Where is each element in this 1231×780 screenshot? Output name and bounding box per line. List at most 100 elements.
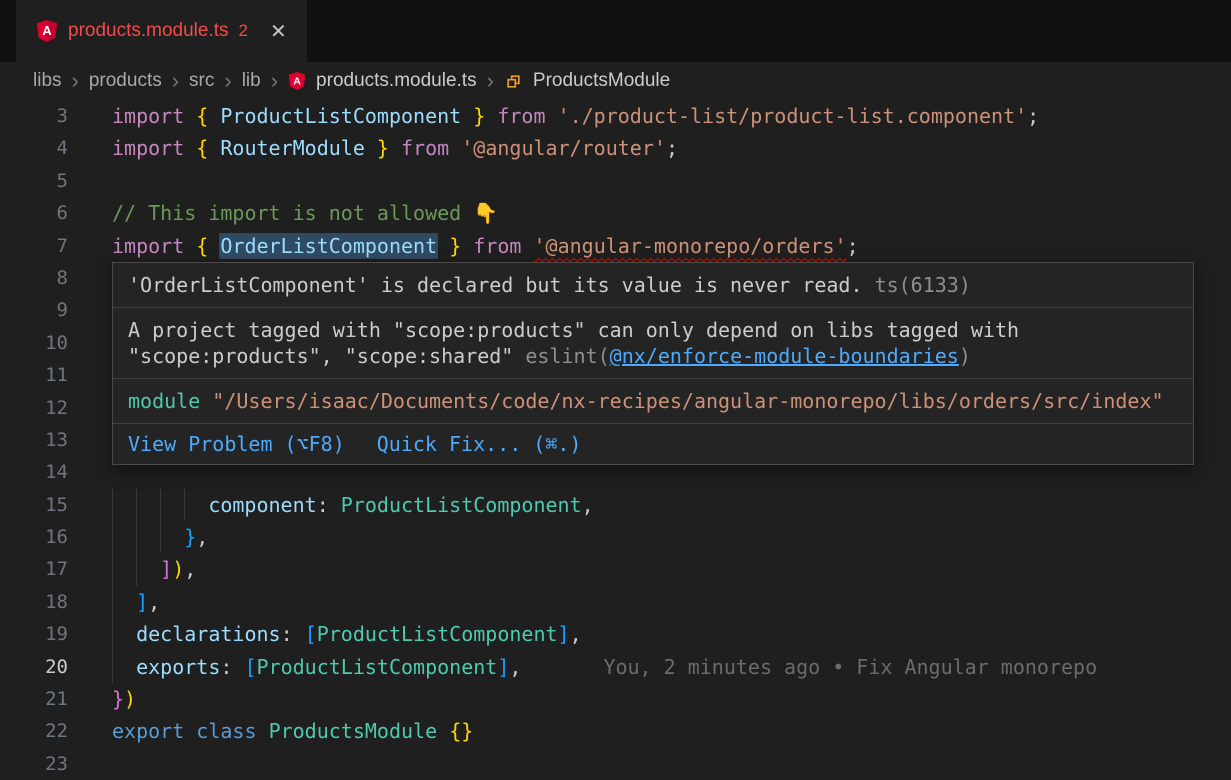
code-token: { — [196, 234, 208, 258]
tab-error-count-badge: 2 — [239, 21, 248, 41]
code-line[interactable]: 6// This import is not allowed 👇 — [0, 197, 1231, 229]
code-content: component: ProductListComponent, — [68, 489, 594, 521]
breadcrumb-item-lib[interactable]: lib — [242, 70, 261, 92]
module-path: "/Users/isaac/Documents/code/nx-recipes/… — [212, 389, 1163, 413]
code-content — [68, 165, 112, 197]
eslint-rule-link[interactable]: @nx/enforce-module-boundaries — [610, 344, 959, 368]
breadcrumb-item-products[interactable]: products — [89, 70, 162, 92]
line-number: 4 — [0, 132, 68, 164]
code-content — [68, 294, 112, 326]
code-token: exports — [136, 655, 220, 679]
close-icon[interactable]: ✕ — [270, 19, 287, 44]
line-number: 6 — [0, 197, 68, 229]
code-token: } — [473, 104, 485, 128]
code-line[interactable]: 23 — [0, 748, 1231, 780]
code-line[interactable]: 3import { ProductListComponent } from '.… — [0, 100, 1231, 132]
code-token: , — [148, 590, 160, 614]
code-token: class — [196, 719, 256, 743]
code-line[interactable]: 18 ], — [0, 586, 1231, 618]
code-token: ProductListComponent — [317, 622, 558, 646]
code-token: , — [582, 493, 594, 517]
code-token: declarations — [136, 622, 281, 646]
tab-title: products.module.ts — [68, 20, 229, 42]
code-token — [184, 136, 196, 160]
code-content — [68, 327, 112, 359]
breadcrumb-item-libs[interactable]: libs — [33, 70, 62, 92]
code-token — [437, 719, 449, 743]
code-line[interactable]: 4import { RouterModule } from '@angular/… — [0, 132, 1231, 164]
eslint-source-suffix: ) — [959, 344, 971, 368]
code-token: ] — [497, 655, 509, 679]
line-number: 11 — [0, 359, 68, 391]
code-token: OrderListComponent — [220, 234, 437, 258]
indent-guide — [112, 618, 136, 650]
code-line[interactable]: 19 declarations: [ProductListComponent], — [0, 618, 1231, 650]
code-token — [461, 234, 473, 258]
breadcrumb-item-symbol[interactable]: ProductsModule — [533, 70, 670, 92]
code-content: }) — [68, 683, 136, 715]
code-line[interactable]: 5 — [0, 165, 1231, 197]
code-token: : — [281, 622, 305, 646]
svg-text:A: A — [42, 23, 51, 38]
line-number: 22 — [0, 715, 68, 747]
code-token: ProductListComponent — [257, 655, 498, 679]
code-line[interactable]: 16 }, — [0, 521, 1231, 553]
angular-icon: A — [36, 19, 58, 43]
chevron-right-icon: › — [72, 70, 79, 92]
code-line[interactable]: 17 ]), — [0, 553, 1231, 585]
code-token: { — [196, 104, 208, 128]
hover-eslint-diagnostic: A project tagged with "scope:products" c… — [113, 307, 1193, 378]
code-token: ] — [160, 557, 172, 581]
code-token: 👇 — [473, 201, 498, 225]
code-content: ], — [68, 586, 160, 618]
hover-action-bar: View Problem (⌥F8) Quick Fix... (⌘.) — [113, 423, 1193, 464]
code-token: ; — [1027, 104, 1039, 128]
code-line[interactable]: 22export class ProductsModule {} — [0, 715, 1231, 747]
code-token — [546, 104, 558, 128]
breadcrumb-item-src[interactable]: src — [189, 70, 214, 92]
line-number: 21 — [0, 683, 68, 715]
svg-text:A: A — [293, 75, 301, 87]
code-token: , — [196, 525, 208, 549]
code-line[interactable]: 21}) — [0, 683, 1231, 715]
code-token — [257, 719, 269, 743]
code-token: ProductListComponent — [341, 493, 582, 517]
tab-products-module[interactable]: A products.module.ts 2 ✕ — [16, 0, 307, 62]
indent-guide — [160, 489, 184, 521]
code-token: : — [317, 493, 341, 517]
view-problem-button[interactable]: View Problem (⌥F8) — [128, 431, 345, 457]
indent-guide — [112, 651, 136, 683]
indent-guide — [112, 586, 136, 618]
indent-guide — [112, 489, 136, 521]
line-number: 23 — [0, 748, 68, 780]
quick-fix-button[interactable]: Quick Fix... (⌘.) — [377, 431, 582, 457]
ts-diagnostic-message: 'OrderListComponent' is declared but its… — [128, 273, 863, 297]
code-token: [ — [244, 655, 256, 679]
line-number: 8 — [0, 262, 68, 294]
line-number: 10 — [0, 327, 68, 359]
code-line[interactable]: 7import { OrderListComponent } from '@an… — [0, 230, 1231, 262]
code-content: declarations: [ProductListComponent], — [68, 618, 582, 650]
code-token: import — [112, 234, 184, 258]
indent-guide — [112, 553, 136, 585]
code-content — [68, 456, 112, 488]
code-token: component — [208, 493, 316, 517]
code-token: } — [112, 687, 124, 711]
code-token — [184, 104, 196, 128]
code-line[interactable]: 15 component: ProductListComponent, — [0, 489, 1231, 521]
code-token: from — [401, 136, 449, 160]
indent-guide — [112, 521, 136, 553]
code-line[interactable]: 20 exports: [ProductListComponent],You, … — [0, 651, 1231, 683]
code-token: ; — [666, 136, 678, 160]
line-number: 5 — [0, 165, 68, 197]
class-symbol-icon — [504, 72, 523, 91]
eslint-source-prefix: eslint( — [525, 344, 609, 368]
code-content: import { RouterModule } from '@angular/r… — [68, 132, 678, 164]
code-token: from — [473, 234, 521, 258]
editor[interactable]: 3import { ProductListComponent } from '.… — [0, 100, 1231, 780]
chevron-right-icon: › — [172, 70, 179, 92]
breadcrumb-item-file[interactable]: products.module.ts — [316, 70, 477, 92]
code-token: [ — [305, 622, 317, 646]
code-token: ProductsModule — [269, 719, 438, 743]
code-content — [68, 424, 112, 456]
